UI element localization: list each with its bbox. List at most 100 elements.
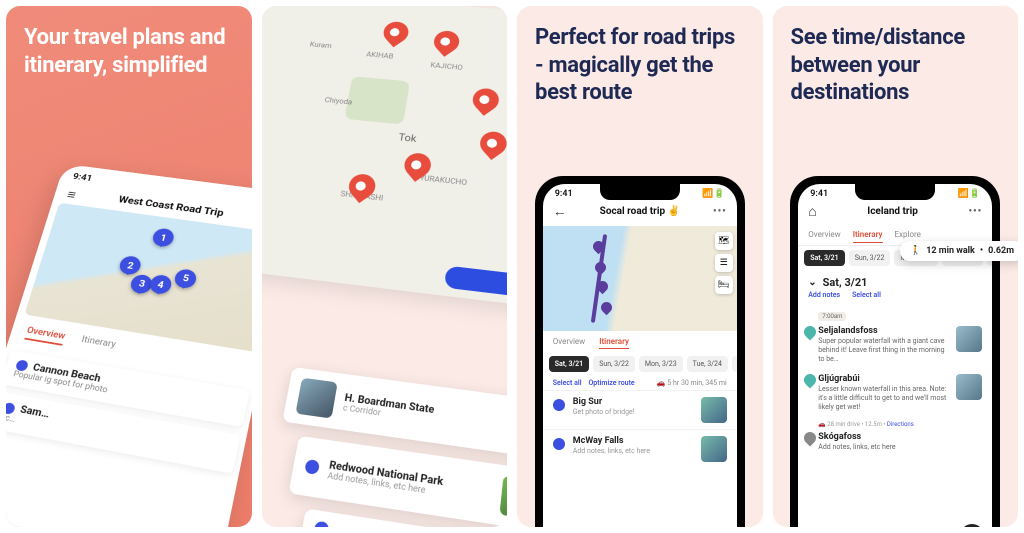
status-time: 9:41 bbox=[72, 171, 94, 183]
select-all-link[interactable]: Select all bbox=[553, 379, 582, 387]
map-pin-icon[interactable] bbox=[475, 127, 507, 160]
fab-group: ⚲ + bbox=[960, 524, 984, 527]
place-item[interactable]: Gljúgrabúi Lesser known waterfall in thi… bbox=[798, 370, 992, 418]
pin-dot-icon bbox=[553, 399, 565, 411]
tab-overview[interactable]: Overview bbox=[553, 337, 585, 349]
notch bbox=[855, 184, 935, 200]
directions-link[interactable]: Directions bbox=[887, 421, 914, 428]
status-time: 9:41 bbox=[810, 189, 828, 199]
map-action-button[interactable] bbox=[443, 266, 507, 300]
date-row[interactable]: Sat, 3/21 Sun, 3/22 Mon, 3/23 Tue, 3/24 … bbox=[543, 352, 737, 376]
map-pin-icon[interactable] bbox=[467, 84, 504, 116]
pin-dot-icon bbox=[313, 521, 329, 527]
place-thumbnail bbox=[499, 475, 507, 520]
more-icon[interactable]: ••• bbox=[713, 206, 727, 217]
route-fab-icon[interactable]: ⚲ bbox=[960, 524, 984, 527]
map-label: Tok bbox=[397, 131, 417, 144]
panel-2-map[interactable]: Kuram AKIHAB KAJICHO Chiyoda Tok SHIMBAS… bbox=[262, 6, 508, 308]
place-thumbnail bbox=[956, 326, 982, 352]
pin-dot-icon bbox=[553, 438, 565, 450]
itinerary-item[interactable]: McWay Falls Add notes, links, etc here bbox=[543, 429, 737, 468]
walk-icon: 🚶 bbox=[910, 246, 921, 256]
map-pin[interactable]: 4 bbox=[148, 274, 173, 295]
select-all-link[interactable]: Select all bbox=[852, 291, 881, 299]
map-pin-icon[interactable] bbox=[599, 299, 615, 315]
tab-itinerary[interactable]: Itinerary bbox=[599, 337, 629, 349]
status-icons: 📶🔋 bbox=[702, 189, 724, 199]
place-item[interactable]: Skógafoss Add notes, links, etc here bbox=[798, 428, 992, 458]
more-icon[interactable]: ••• bbox=[968, 206, 982, 217]
map-pin-icon[interactable] bbox=[593, 259, 609, 275]
date-chip[interactable]: We bbox=[732, 356, 737, 372]
panel-1: Your travel plans and itinerary, simplif… bbox=[6, 6, 252, 527]
panel-2-cards: H. Boardman State c Corridor Redwood Nat… bbox=[262, 364, 508, 527]
panel-3-screen: 9:41 📶🔋 ← Socal road trip ✌️ ••• 🗺 ☰ 🛏 O… bbox=[543, 184, 737, 527]
panel-1-phone: 9:41 📶 🔋 ≡ West Coast Road Trip 1 2 3 4 … bbox=[6, 164, 252, 527]
panel-1-headline: Your travel plans and itinerary, simplif… bbox=[6, 6, 252, 87]
map-pin[interactable]: 5 bbox=[173, 268, 198, 289]
panel-3-phone: 9:41 📶🔋 ← Socal road trip ✌️ ••• 🗺 ☰ 🛏 O… bbox=[535, 176, 745, 527]
segment-meta: 🚗 28 min drive • 12.5m • Directions bbox=[798, 419, 992, 428]
walk-callout: 🚶 12 min walk • 0.62m bbox=[900, 241, 1018, 261]
map-pin[interactable]: 2 bbox=[118, 255, 143, 276]
panel-2: Kuram AKIHAB KAJICHO Chiyoda Tok SHIMBAS… bbox=[262, 6, 508, 527]
place-pin-icon bbox=[802, 372, 819, 389]
time-pill: 7:00am bbox=[818, 312, 846, 321]
title-bar: ← Socal road trip ✌️ ••• bbox=[543, 201, 737, 226]
panel-1-stage: 9:41 📶 🔋 ≡ West Coast Road Trip 1 2 3 4 … bbox=[6, 136, 252, 527]
date-chip[interactable]: Sat, 3/21 bbox=[549, 356, 589, 372]
pin-dot-icon bbox=[304, 459, 320, 475]
place-pin-icon bbox=[802, 429, 819, 446]
tab-overview[interactable]: Overview bbox=[808, 230, 840, 243]
map-label: YURAKUCHO bbox=[419, 174, 467, 187]
lodging-icon[interactable]: 🛏 bbox=[715, 276, 733, 294]
tab-itinerary[interactable]: Itinerary bbox=[853, 230, 883, 243]
status-icons: 📶🔋 bbox=[958, 189, 980, 199]
optimize-link[interactable]: Optimize route bbox=[588, 379, 634, 387]
map-label: Kuram bbox=[309, 40, 332, 49]
add-notes-link[interactable]: Add notes bbox=[808, 291, 840, 299]
map-pin[interactable]: 1 bbox=[151, 227, 176, 247]
place-pin-icon bbox=[802, 324, 819, 341]
map-type-icon[interactable]: 🗺 bbox=[715, 232, 733, 250]
status-time: 9:41 bbox=[555, 189, 573, 199]
title-bar: ⌂ Iceland trip ••• bbox=[798, 201, 992, 226]
layers-icon[interactable]: ☰ bbox=[715, 254, 733, 272]
trip-title: Iceland trip bbox=[867, 206, 918, 217]
menu-icon[interactable]: ≡ bbox=[65, 187, 78, 203]
map-park bbox=[344, 76, 410, 124]
tab-row: Overview Itinerary bbox=[543, 331, 737, 352]
map-label: KAJICHO bbox=[429, 62, 462, 72]
date-chip[interactable]: Tue, 3/24 bbox=[687, 356, 728, 372]
tab-overview[interactable]: Overview bbox=[24, 326, 66, 346]
map-label: Chiyoda bbox=[324, 96, 353, 106]
map-pin-icon[interactable] bbox=[429, 27, 464, 57]
panel-4-screen: 9:41 📶🔋 ⌂ Iceland trip ••• Overview Itin… bbox=[798, 184, 992, 527]
date-chip[interactable]: Sun, 3/22 bbox=[593, 356, 635, 372]
map-label: AKIHAB bbox=[365, 51, 393, 61]
panel-2-stage: Kuram AKIHAB KAJICHO Chiyoda Tok SHIMBAS… bbox=[262, 6, 508, 527]
place-thumbnail bbox=[956, 374, 982, 400]
date-chip[interactable]: Sun, 3/22 bbox=[849, 250, 891, 266]
chevron-down-icon: ⌄ bbox=[808, 277, 816, 288]
notch bbox=[600, 184, 680, 200]
panel-4-phone: 9:41 📶🔋 ⌂ Iceland trip ••• Overview Itin… bbox=[790, 176, 1000, 527]
place-item[interactable]: Seljalandsfoss Super popular waterfall w… bbox=[798, 322, 992, 370]
pin-dot-icon bbox=[6, 402, 16, 415]
tab-itinerary[interactable]: Itinerary bbox=[79, 335, 117, 355]
panel-3: Perfect for road trips - magically get t… bbox=[517, 6, 763, 527]
map-pin-icon[interactable] bbox=[378, 17, 413, 47]
day-header[interactable]: ⌄ Sat, 3/21 bbox=[798, 270, 992, 291]
place-thumbnail bbox=[701, 436, 727, 462]
date-chip[interactable]: Mon, 3/23 bbox=[639, 356, 683, 372]
date-chip[interactable]: Sat, 3/21 bbox=[804, 250, 844, 266]
itinerary-item[interactable]: Big Sur Get photo of bridge! bbox=[543, 390, 737, 429]
back-icon[interactable]: ← bbox=[553, 203, 567, 220]
trip-title: Socal road trip ✌️ bbox=[600, 206, 680, 217]
place-thumbnail bbox=[701, 397, 727, 423]
panel-4: See time/distance between your destinati… bbox=[773, 6, 1019, 527]
app-logo-icon bbox=[22, 475, 58, 511]
panel-3-map[interactable]: 🗺 ☰ 🛏 bbox=[543, 226, 737, 331]
home-icon[interactable]: ⌂ bbox=[808, 203, 816, 220]
panel-4-headline: See time/distance between your destinati… bbox=[773, 6, 1019, 115]
